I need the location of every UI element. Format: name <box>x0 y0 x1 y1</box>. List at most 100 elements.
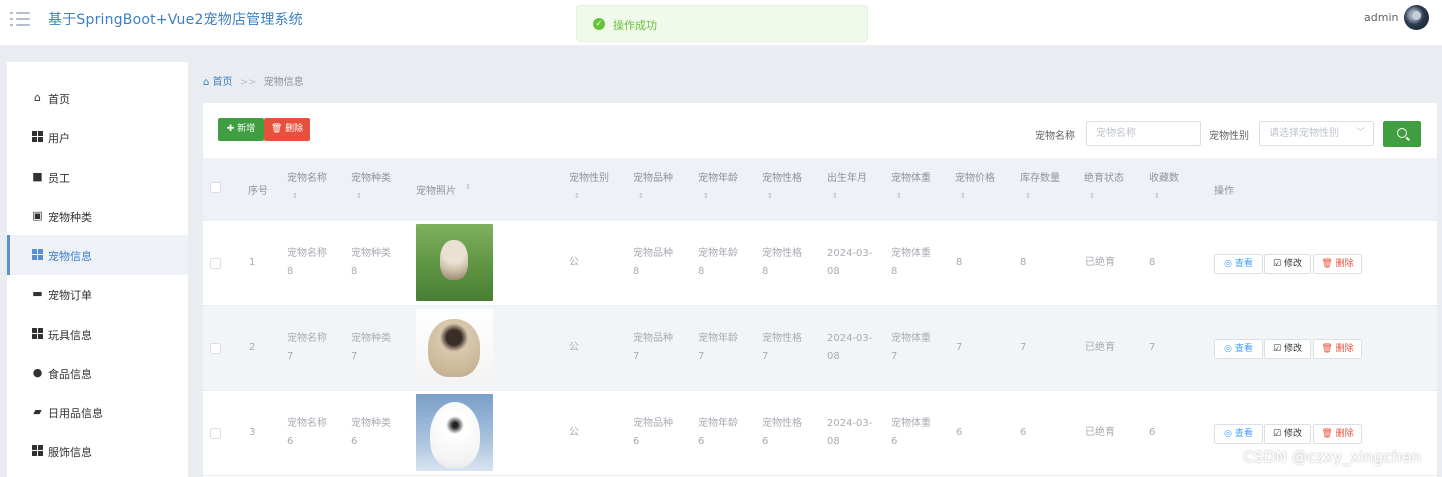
sidebar-item-pet-info[interactable]: 宠物信息 <box>7 235 188 275</box>
pet-photo[interactable] <box>416 309 493 386</box>
sidebar-item-users[interactable]: 用户 <box>7 117 188 157</box>
name-filter-label: 宠物名称 <box>1035 131 1075 142</box>
sidebar-item-label: 宠物种类 <box>48 211 92 224</box>
column-header-stock[interactable]: 库存数量 <box>1020 169 1060 184</box>
cell-sterilized: 已绝育 <box>1085 257 1115 268</box>
column-header-gender[interactable]: 宠物性别 <box>569 169 609 184</box>
sidebar-item-toys[interactable]: 玩具信息 <box>7 314 188 354</box>
breadcrumb-home[interactable]: ⌂ 首页 <box>203 77 236 88</box>
cell-sterilized: 已绝育 <box>1085 427 1115 438</box>
batch-delete-button[interactable]: 🗑︎ 删除 <box>264 118 310 141</box>
view-button[interactable]: ◎ 查看 <box>1214 339 1263 359</box>
delete-button[interactable]: 🗑︎ 删除 <box>1313 339 1362 359</box>
column-header-type[interactable]: 宠物种类 <box>351 169 391 184</box>
sort-icon[interactable]: ⇕ <box>465 183 471 191</box>
cell-favorites: 8 <box>1149 257 1156 268</box>
add-button[interactable]: ✚ 新增 <box>218 118 264 141</box>
trash-icon: 🗑︎ <box>1321 429 1333 439</box>
cell-price: 7 <box>956 342 963 353</box>
select-all-checkbox[interactable] <box>210 182 221 193</box>
sidebar-item-apparel[interactable]: 服饰信息 <box>7 431 188 471</box>
gender-filter-label: 宠物性别 <box>1209 131 1249 142</box>
sidebar-item-pet-types[interactable]: ▣ 宠物种类 <box>7 196 188 236</box>
sidebar-item-home[interactable]: ⌂ 首页 <box>7 78 188 118</box>
sidebar-item-label: 宠物信息 <box>48 250 92 263</box>
column-header-breed[interactable]: 宠物品种 <box>633 169 673 184</box>
cell-favorites: 7 <box>1149 342 1156 353</box>
cell-type: 宠物种类 6 <box>351 418 391 447</box>
sidebar-item-food[interactable]: ● 食品信息 <box>7 353 188 393</box>
menu-toggle-icon[interactable] <box>10 10 32 28</box>
success-toast: ✓ 操作成功 <box>576 5 868 42</box>
chevron-down-icon: ﹀ <box>1355 128 1365 138</box>
view-button[interactable]: ◎ 查看 <box>1214 254 1263 274</box>
cell-price: 6 <box>956 427 963 438</box>
sidebar-item-label: 宠物订单 <box>48 289 92 302</box>
cell-temper: 宠物性格 8 <box>762 248 802 277</box>
column-header-photo[interactable]: 宠物照片 <box>416 182 456 197</box>
pet-photo[interactable] <box>416 224 493 301</box>
sidebar-item-staff[interactable]: ■ 员工 <box>7 157 188 197</box>
gender-filter-select[interactable]: 请选择宠物性别 ﹀ <box>1259 121 1374 146</box>
sort-icon[interactable]: ⇕ <box>356 192 362 200</box>
sort-icon[interactable]: ⇕ <box>960 192 966 200</box>
cell-stock: 7 <box>1020 342 1027 353</box>
view-button[interactable]: ◎ 查看 <box>1214 424 1263 444</box>
monitor-icon: ▬ <box>32 287 43 300</box>
avatar[interactable] <box>1404 5 1429 30</box>
edit-button[interactable]: ☑ 修改 <box>1264 339 1311 359</box>
column-header-birth[interactable]: 出生年月 <box>827 169 867 184</box>
pet-photo[interactable] <box>416 394 493 471</box>
name-filter-input[interactable]: 宠物名称 <box>1086 121 1201 146</box>
sidebar-item-daily-goods[interactable]: ▰ 日用品信息 <box>7 392 188 432</box>
cell-name: 宠物名称 7 <box>287 333 327 362</box>
sort-icon[interactable]: ⇕ <box>703 192 709 200</box>
column-header-name[interactable]: 宠物名称 <box>287 169 327 184</box>
edit-button[interactable]: ☑ 修改 <box>1264 424 1311 444</box>
sort-icon[interactable]: ⇕ <box>896 192 902 200</box>
sort-icon[interactable]: ⇕ <box>638 192 644 200</box>
sort-icon[interactable]: ⇕ <box>767 192 773 200</box>
cell-birth: 2024-03- 08 <box>827 418 873 447</box>
sort-icon[interactable]: ⇕ <box>1154 192 1160 200</box>
cell-breed: 宠物品种 6 <box>633 418 673 447</box>
row-checkbox[interactable] <box>210 428 221 439</box>
edit-icon: ☑ <box>1273 429 1282 439</box>
sidebar-item-pet-orders[interactable]: ▬ 宠物订单 <box>7 274 188 314</box>
cell-sterilized: 已绝育 <box>1085 342 1115 353</box>
sort-icon[interactable]: ⇕ <box>832 192 838 200</box>
cell-price: 8 <box>956 257 963 268</box>
column-header-sterilized[interactable]: 绝育状态 <box>1084 169 1124 184</box>
cell-gender: 公 <box>569 257 579 268</box>
cell-index: 1 <box>249 257 256 268</box>
sort-icon[interactable]: ⇕ <box>574 192 580 200</box>
trash-icon: 🗑︎ <box>1321 259 1333 269</box>
column-header-age[interactable]: 宠物年龄 <box>698 169 738 184</box>
cell-breed: 宠物品种 8 <box>633 248 673 277</box>
sort-icon[interactable]: ⇕ <box>1025 192 1031 200</box>
cell-gender: 公 <box>569 342 579 353</box>
cell-birth: 2024-03- 08 <box>827 333 873 362</box>
column-header-actions: 操作 <box>1214 186 1234 197</box>
top-header: 基于SpringBoot+Vue2宠物店管理系统 ✓ 操作成功 admin <box>0 0 1442 46</box>
search-button[interactable] <box>1383 121 1421 147</box>
column-header-temper[interactable]: 宠物性格 <box>762 169 802 184</box>
delete-button[interactable]: 🗑︎ 删除 <box>1313 424 1362 444</box>
column-header-favorites[interactable]: 收藏数 <box>1149 169 1179 184</box>
row-checkbox[interactable] <box>210 258 221 269</box>
user-name[interactable]: admin <box>1364 11 1398 24</box>
delete-button[interactable]: 🗑︎ 删除 <box>1313 254 1362 274</box>
cell-index: 2 <box>249 342 256 353</box>
check-circle-icon: ✓ <box>593 18 605 30</box>
edit-icon: ☑ <box>1273 259 1282 269</box>
column-header-weight[interactable]: 宠物体重 <box>891 169 931 184</box>
edit-button[interactable]: ☑ 修改 <box>1264 254 1311 274</box>
app-title: 基于SpringBoot+Vue2宠物店管理系统 <box>48 12 303 28</box>
cell-name: 宠物名称 6 <box>287 418 327 447</box>
sort-icon[interactable]: ⇕ <box>1089 192 1095 200</box>
row-checkbox[interactable] <box>210 343 221 354</box>
column-header-price[interactable]: 宠物价格 <box>955 169 995 184</box>
table-row: 1 宠物名称 8 宠物种类 8 公 宠物品种 8 宠物年龄 8 宠物性格 8 2024-0… <box>203 221 1437 306</box>
sort-icon[interactable]: ⇕ <box>292 192 298 200</box>
cell-gender: 公 <box>569 427 579 438</box>
